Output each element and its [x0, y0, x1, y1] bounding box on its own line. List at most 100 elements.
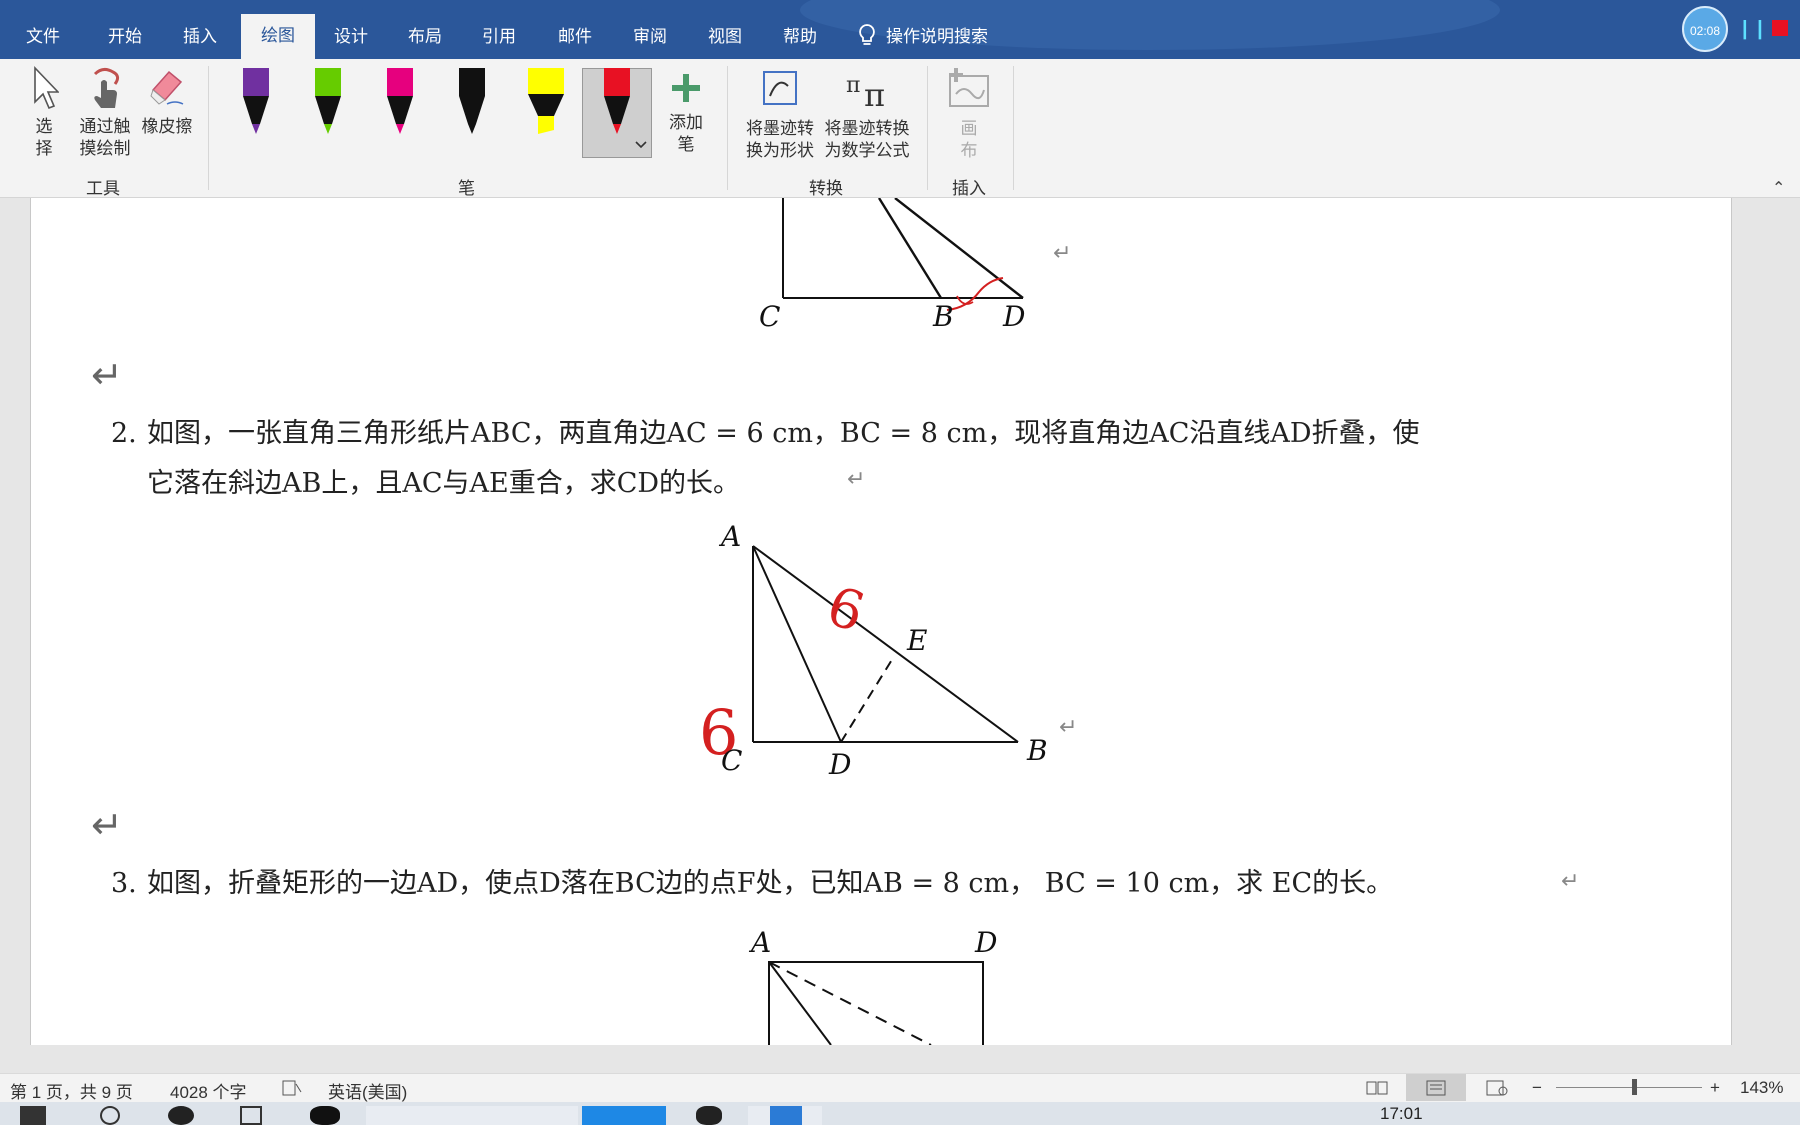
tab-home[interactable]: 开始: [108, 22, 142, 47]
lightbulb-icon: [859, 23, 875, 45]
taskbar: 17:01: [0, 1102, 1800, 1125]
collapse-ribbon-icon[interactable]: ⌃: [1772, 178, 1785, 198]
app-icon[interactable]: [696, 1106, 722, 1125]
insert-group-label: 插入: [952, 179, 986, 198]
tab-file[interactable]: 文件: [26, 22, 60, 47]
tab-draw[interactable]: 绘图: [241, 14, 315, 59]
eraser-label: 橡皮擦: [141, 117, 193, 136]
group-divider: [208, 66, 209, 190]
pens-group-label: 笔: [458, 179, 475, 198]
eraser-button[interactable]: 橡皮擦: [138, 66, 196, 138]
read-mode-icon[interactable]: [1366, 1080, 1388, 1096]
highlighter-yellow-icon[interactable]: [526, 68, 566, 136]
insert-canvas-button[interactable]: 画 布: [940, 66, 998, 162]
document-page[interactable]: C B D ↵ ↵ 2. 如图，一张直角三角形纸片ABC，两直角边AC = 6 …: [30, 198, 1732, 1045]
paragraph-mark: ↵: [91, 805, 123, 847]
print-layout-icon: [1426, 1080, 1446, 1096]
taskbar-app-button-active[interactable]: [582, 1106, 666, 1125]
recorder-stop-icon[interactable]: [1772, 20, 1788, 36]
paragraph-mark: ↵: [1059, 714, 1078, 739]
ink-to-math-icon: ππ: [846, 73, 885, 114]
label-b: B: [1026, 734, 1048, 767]
paragraph-mark: ↵: [847, 466, 866, 491]
recorder-pause-icon[interactable]: | |: [1742, 18, 1765, 41]
tab-help[interactable]: 帮助: [783, 22, 817, 47]
svg-text:π: π: [864, 76, 885, 112]
eraser-icon: [150, 70, 184, 105]
document-area[interactable]: C B D ↵ ↵ 2. 如图，一张直角三角形纸片ABC，两直角边AC = 6 …: [0, 198, 1800, 1073]
zoom-in-button[interactable]: +: [1710, 1078, 1720, 1098]
taskbar-app-button[interactable]: [366, 1106, 578, 1125]
tab-mailings[interactable]: 邮件: [558, 22, 592, 47]
web-layout-icon[interactable]: [1486, 1080, 1508, 1096]
ink-to-math-label-2: 为数学公式: [824, 141, 910, 160]
recorder-timer[interactable]: 02:08: [1682, 6, 1728, 52]
taskbar-clock[interactable]: 17:01: [1380, 1104, 1440, 1123]
question-2-number: 2.: [111, 418, 137, 449]
group-divider: [727, 66, 728, 190]
proofing-icon[interactable]: [282, 1080, 302, 1096]
select-label: 选择: [35, 117, 53, 158]
question-2: 2. 如图，一张直角三角形纸片ABC，两直角边AC = 6 cm，BC = 8 …: [111, 409, 1671, 519]
paragraph-mark: ↵: [1053, 240, 1072, 265]
task-view-icon[interactable]: [240, 1106, 262, 1125]
question-3: 3. 如图，折叠矩形的一边AD，使点D落在BC边的点F处，已知AB = 8 cm…: [111, 859, 1671, 909]
question-2-line-1: 如图，一张直角三角形纸片ABC，两直角边AC = 6 cm，BC = 8 cm，…: [147, 418, 1420, 449]
pen-green-icon[interactable]: [312, 68, 344, 136]
ink-annotation-6-hyp: 6: [820, 574, 872, 645]
zoom-level[interactable]: 143%: [1740, 1078, 1783, 1098]
page-info[interactable]: 第 1 页，共 9 页: [10, 1078, 133, 1103]
insert-canvas-label-2: 布: [960, 141, 978, 160]
touch-hand-icon: [93, 67, 120, 108]
app-icon[interactable]: [168, 1106, 194, 1125]
figure-1: C B D: [759, 198, 1025, 333]
tab-view[interactable]: 视图: [708, 22, 742, 47]
chevron-down-icon[interactable]: [634, 140, 648, 150]
label-d: D: [974, 926, 997, 959]
label-c: C: [721, 744, 742, 777]
word-app-icon[interactable]: [770, 1106, 802, 1125]
tab-insert[interactable]: 插入: [183, 22, 217, 47]
drawing-canvas-icon: [949, 68, 989, 107]
zoom-out-button[interactable]: −: [1532, 1078, 1542, 1098]
pen-black-icon[interactable]: [456, 68, 488, 136]
add-pen-button[interactable]: 添加 笔: [664, 72, 708, 156]
arrow-cursor-icon: [34, 66, 60, 110]
label-d: D: [1002, 300, 1025, 333]
ribbon-tab-bar: 文件 开始 插入 绘图 设计 布局 引用 邮件 审阅 视图 帮助 操作说明搜索 …: [0, 0, 1800, 59]
question-2-line-2: 它落在斜边AB上，且AC与AE重合，求CD的长。: [147, 468, 741, 499]
tab-layout[interactable]: 布局: [408, 22, 442, 47]
language[interactable]: 英语(美国): [328, 1078, 407, 1103]
tab-review[interactable]: 审阅: [633, 22, 667, 47]
start-icon[interactable]: [20, 1106, 46, 1125]
select-button[interactable]: 选择: [24, 66, 64, 160]
search-icon[interactable]: [100, 1106, 120, 1125]
tab-design[interactable]: 设计: [334, 22, 368, 47]
pen-pink-icon[interactable]: [384, 68, 416, 136]
status-bar: 第 1 页，共 9 页 4028 个字 英语(美国) − + 143%: [0, 1073, 1800, 1102]
question-3-number: 3.: [111, 868, 137, 899]
tab-references[interactable]: 引用: [482, 22, 516, 47]
label-c: C: [759, 300, 780, 333]
touch-draw-button[interactable]: 通过触 摸绘制: [74, 66, 136, 160]
word-count[interactable]: 4028 个字: [170, 1078, 247, 1103]
ink-to-shape-button[interactable]: 将墨迹转 换为形状: [740, 66, 820, 162]
pen-red-icon[interactable]: [601, 68, 633, 136]
label-a: A: [748, 926, 771, 959]
figure-2: 6 6 A E C D B: [699, 520, 1048, 781]
ink-to-shape-icon: [763, 71, 797, 105]
insert-canvas-label-1: 画: [960, 119, 978, 138]
zoom-slider[interactable]: [1556, 1087, 1702, 1088]
tell-me-search[interactable]: 操作说明搜索: [858, 22, 988, 47]
tell-me-label: 操作说明搜索: [886, 27, 988, 46]
label-e: E: [906, 624, 927, 657]
ink-to-math-button[interactable]: ππ 将墨迹转换 为数学公式: [820, 66, 914, 162]
print-layout-button[interactable]: [1406, 1074, 1466, 1101]
pen-purple-icon[interactable]: [240, 68, 272, 136]
paragraph-mark: ↵: [91, 355, 123, 397]
paragraph-mark: ↵: [1561, 868, 1580, 893]
app-icon[interactable]: [310, 1106, 340, 1125]
zoom-slider-thumb[interactable]: [1632, 1079, 1637, 1095]
tools-group-label: 工具: [86, 179, 120, 198]
label-a: A: [718, 520, 741, 553]
